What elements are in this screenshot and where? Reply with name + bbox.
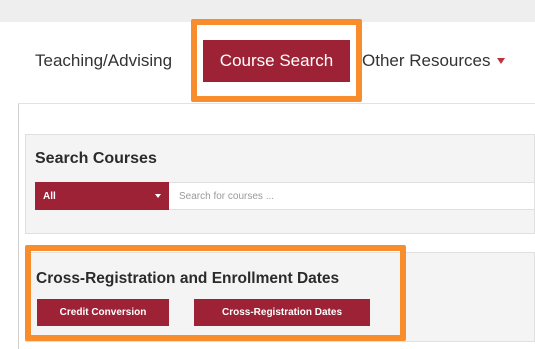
highlight-box-cross-registration: [25, 245, 406, 341]
course-search-input[interactable]: [169, 182, 535, 210]
select-value: All: [43, 190, 56, 202]
nav-item-other-resources[interactable]: Other Resources: [362, 51, 505, 71]
caret-down-icon: [496, 57, 505, 64]
course-category-select[interactable]: All: [35, 182, 169, 210]
highlight-box-course-search: [191, 19, 362, 102]
nav-item-label: Other Resources: [362, 51, 491, 70]
chevron-down-icon: [155, 194, 161, 198]
search-courses-title: Search Courses: [35, 150, 157, 167]
nav-item-teaching-advising[interactable]: Teaching/Advising: [35, 51, 172, 71]
nav-divider: [18, 103, 535, 104]
